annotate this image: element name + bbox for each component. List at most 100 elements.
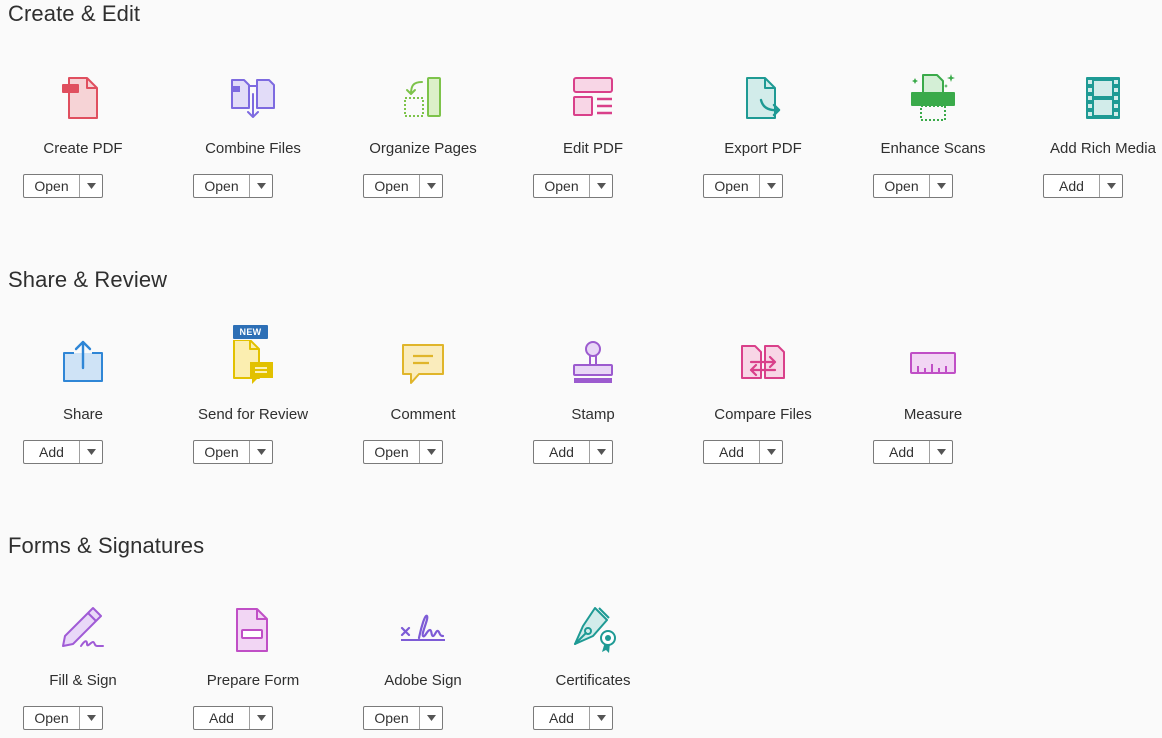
dropdown-arrow-icon[interactable] xyxy=(760,175,782,197)
dropdown-arrow-icon[interactable] xyxy=(590,175,612,197)
tool-label: Adobe Sign xyxy=(384,672,462,689)
send-for-review-icon[interactable] xyxy=(229,340,277,388)
dropdown-arrow-icon[interactable] xyxy=(590,441,612,463)
comment-open-button[interactable]: Open xyxy=(363,440,443,464)
tool-label: Fill & Sign xyxy=(49,672,117,689)
split-button-label[interactable]: Open xyxy=(24,707,80,729)
combine-files-icon[interactable] xyxy=(229,74,277,122)
add-rich-media-add-button[interactable]: Add xyxy=(1043,174,1123,198)
tool-prepare-form[interactable]: Prepare Form Add xyxy=(168,606,338,738)
tool-fill-sign[interactable]: Fill & Sign Open xyxy=(0,606,168,738)
certificates-icon[interactable] xyxy=(569,606,617,654)
split-button-label[interactable]: Open xyxy=(194,175,250,197)
tool-label: Edit PDF xyxy=(562,140,623,157)
certificates-add-button[interactable]: Add xyxy=(533,706,613,730)
split-button-label[interactable]: Add xyxy=(874,441,930,463)
dropdown-arrow-icon[interactable] xyxy=(1100,175,1122,197)
split-button-label[interactable]: Open xyxy=(364,441,420,463)
tools-page: Create & Edit Create PDF Open Combine Fi… xyxy=(0,0,1162,738)
dropdown-arrow-icon[interactable] xyxy=(590,707,612,729)
tool-label: Compare Files xyxy=(714,406,812,423)
dropdown-arrow-icon[interactable] xyxy=(760,441,782,463)
organize-pages-open-button[interactable]: Open xyxy=(363,174,443,198)
measure-add-button[interactable]: Add xyxy=(873,440,953,464)
prepare-form-add-button[interactable]: Add xyxy=(193,706,273,730)
share-icon[interactable] xyxy=(59,340,107,388)
tool-label: Stamp xyxy=(571,406,615,423)
tool-measure[interactable]: Measure Add xyxy=(848,340,1018,490)
edit-pdf-open-button[interactable]: Open xyxy=(533,174,613,198)
tool-send-for-review[interactable]: NEW Send for Review Open xyxy=(168,325,338,490)
split-button-label[interactable]: Open xyxy=(364,175,420,197)
split-button-label[interactable]: Open xyxy=(364,707,420,729)
comment-icon[interactable] xyxy=(399,340,447,388)
split-button-label[interactable]: Add xyxy=(194,707,250,729)
tool-certificates[interactable]: Certificates Add xyxy=(508,606,678,738)
fill-sign-icon[interactable] xyxy=(59,606,107,654)
adobe-sign-open-button[interactable]: Open xyxy=(363,706,443,730)
tool-enhance-scans[interactable]: Enhance Scans Open xyxy=(848,74,1018,224)
dropdown-arrow-icon[interactable] xyxy=(250,707,272,729)
rich-media-icon[interactable] xyxy=(1079,74,1127,122)
split-button-label[interactable]: Open xyxy=(874,175,930,197)
send-for-review-open-button[interactable]: Open xyxy=(193,440,273,464)
split-button-label[interactable]: Add xyxy=(704,441,760,463)
measure-icon[interactable] xyxy=(909,340,957,388)
create-pdf-icon[interactable] xyxy=(59,74,107,122)
tool-add-rich-media[interactable]: Add Rich Media Add xyxy=(1018,74,1162,224)
split-button-label[interactable]: Open xyxy=(534,175,590,197)
create-pdf-open-button[interactable]: Open xyxy=(23,174,103,198)
combine-files-open-button[interactable]: Open xyxy=(193,174,273,198)
stamp-icon[interactable] xyxy=(569,340,617,388)
tool-share[interactable]: Share Add xyxy=(0,340,168,490)
dropdown-arrow-icon[interactable] xyxy=(80,175,102,197)
dropdown-arrow-icon[interactable] xyxy=(420,441,442,463)
dropdown-arrow-icon[interactable] xyxy=(930,175,952,197)
share-add-button[interactable]: Add xyxy=(23,440,103,464)
tool-label: Enhance Scans xyxy=(880,140,986,157)
tool-adobe-sign[interactable]: Adobe Sign Open xyxy=(338,606,508,738)
dropdown-arrow-icon[interactable] xyxy=(80,441,102,463)
tool-export-pdf[interactable]: Export PDF Open xyxy=(678,74,848,224)
split-button-label[interactable]: Add xyxy=(1044,175,1100,197)
dropdown-arrow-icon[interactable] xyxy=(930,441,952,463)
split-button-label[interactable]: Open xyxy=(704,175,760,197)
organize-pages-icon[interactable] xyxy=(399,74,447,122)
tool-comment[interactable]: Comment Open xyxy=(338,340,508,490)
tool-create-pdf[interactable]: Create PDF Open xyxy=(0,74,168,224)
split-button-label[interactable]: Add xyxy=(534,441,590,463)
tool-label: Organize Pages xyxy=(369,140,477,157)
tool-label: Export PDF xyxy=(724,140,802,157)
tool-stamp[interactable]: Stamp Add xyxy=(508,340,678,490)
export-pdf-icon[interactable] xyxy=(739,74,787,122)
split-button-label[interactable]: Add xyxy=(24,441,80,463)
tool-compare-files[interactable]: Compare Files Add xyxy=(678,340,848,490)
tool-edit-pdf[interactable]: Edit PDF Open xyxy=(508,74,678,224)
tool-label: Combine Files xyxy=(205,140,301,157)
dropdown-arrow-icon[interactable] xyxy=(250,441,272,463)
prepare-form-icon[interactable] xyxy=(229,606,277,654)
edit-pdf-icon[interactable] xyxy=(569,74,617,122)
dropdown-arrow-icon[interactable] xyxy=(80,707,102,729)
adobe-sign-icon[interactable] xyxy=(399,606,447,654)
tool-organize-pages[interactable]: Organize Pages Open xyxy=(338,74,508,224)
tool-combine-files[interactable]: Combine Files Open xyxy=(168,74,338,224)
stamp-add-button[interactable]: Add xyxy=(533,440,613,464)
tool-label: Share xyxy=(62,406,104,423)
dropdown-arrow-icon[interactable] xyxy=(250,175,272,197)
tool-label: Comment xyxy=(390,406,456,423)
enhance-scans-open-button[interactable]: Open xyxy=(873,174,953,198)
tool-label: Send for Review xyxy=(197,406,309,423)
compare-files-icon[interactable] xyxy=(739,340,787,388)
compare-files-add-button[interactable]: Add xyxy=(703,440,783,464)
dropdown-arrow-icon[interactable] xyxy=(420,707,442,729)
split-button-label[interactable]: Add xyxy=(534,707,590,729)
fill-sign-open-button[interactable]: Open xyxy=(23,706,103,730)
enhance-scans-icon[interactable] xyxy=(909,74,957,122)
export-pdf-open-button[interactable]: Open xyxy=(703,174,783,198)
tool-label: Certificates xyxy=(555,672,631,689)
split-button-label[interactable]: Open xyxy=(194,441,250,463)
section-title: Create & Edit xyxy=(8,1,141,26)
dropdown-arrow-icon[interactable] xyxy=(420,175,442,197)
split-button-label[interactable]: Open xyxy=(24,175,80,197)
